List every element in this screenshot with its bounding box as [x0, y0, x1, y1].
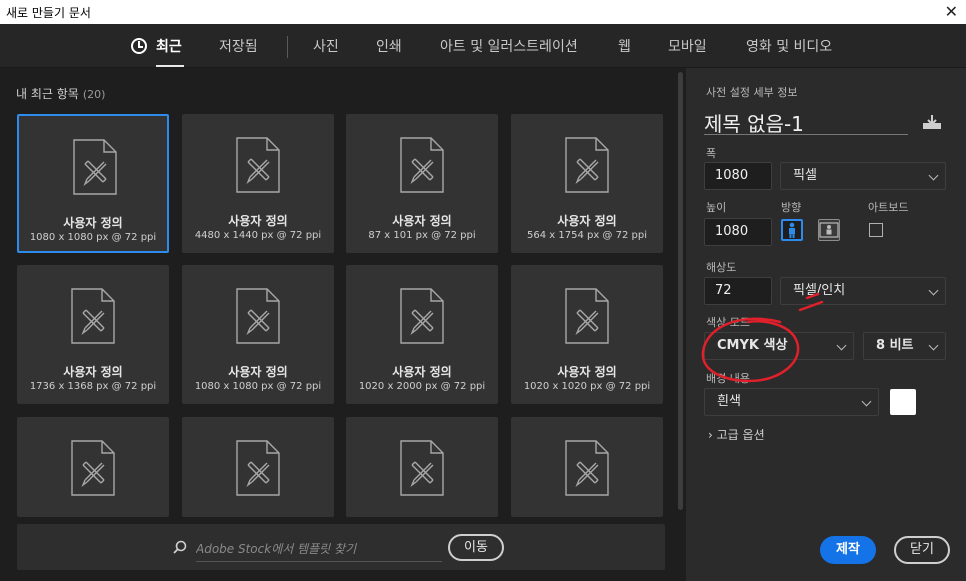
recent-preset-card[interactable]: 사용자 정의 1736 x 1368 px @ 72 ppi [17, 265, 169, 404]
chevron-right-icon: › [708, 428, 713, 442]
preset-size: 4480 x 1440 px @ 72 ppi [194, 230, 322, 241]
save-preset-icon[interactable] [922, 114, 942, 130]
preset-size: 87 x 101 px @ 72 ppi [368, 230, 476, 241]
document-icon [72, 138, 118, 196]
height-input[interactable]: 1080 [704, 218, 772, 246]
document-icon [235, 136, 281, 194]
chevron-down-icon [836, 340, 847, 351]
portrait-icon[interactable] [781, 219, 803, 241]
color-mode-label: 색상 모드 [706, 316, 750, 329]
chevron-down-icon [928, 170, 939, 181]
advanced-options-label: 고급 옵션 [716, 428, 765, 442]
create-button[interactable]: 제작 [820, 536, 876, 564]
background-label: 배경 내용 [706, 372, 750, 385]
chevron-down-icon [861, 396, 872, 407]
preset-size: 1020 x 1020 px @ 72 ppi [523, 381, 651, 392]
recent-preset-card[interactable]: 사용자 정의 1080 x 1080 px @ 72 ppi [17, 114, 169, 253]
resolution-input[interactable]: 72 [704, 277, 772, 305]
document-icon [235, 439, 281, 497]
document-icon [564, 136, 610, 194]
artboard-label: 아트보드 [868, 201, 909, 214]
width-label: 폭 [706, 147, 717, 160]
height-label: 높이 [706, 201, 727, 214]
document-icon [564, 287, 610, 345]
recent-preset-card[interactable] [346, 417, 498, 517]
document-icon [399, 439, 445, 497]
bit-depth-select[interactable]: 8 비트 [863, 332, 946, 360]
color-mode-select[interactable]: CMYK 색상 [704, 332, 854, 360]
bit-depth-value: 8 비트 [876, 338, 914, 353]
recent-preset-card[interactable]: 사용자 정의 1020 x 2000 px @ 72 ppi [346, 265, 498, 404]
search-icon [173, 540, 187, 554]
recent-preset-card[interactable]: 사용자 정의 564 x 1754 px @ 72 ppi [511, 114, 663, 253]
preset-name: 사용자 정의 [228, 214, 288, 228]
recent-preset-card[interactable] [511, 417, 663, 517]
recent-preset-card[interactable] [17, 417, 169, 517]
preset-size: 1080 x 1080 px @ 72 ppi [194, 381, 322, 392]
preset-name: 사용자 정의 [228, 365, 288, 379]
preset-size: 564 x 1754 px @ 72 ppi [527, 230, 647, 241]
chevron-down-icon [928, 340, 939, 351]
landscape-icon[interactable] [818, 219, 840, 241]
stock-search-input[interactable] [196, 537, 442, 562]
chevron-down-icon [928, 285, 939, 296]
document-icon [235, 287, 281, 345]
go-button[interactable]: 이동 [448, 534, 504, 561]
tab-saved[interactable]: 저장됨 [219, 36, 258, 56]
resolution-unit-value: 픽셀/인치 [793, 283, 846, 298]
tab-print[interactable]: 인쇄 [376, 36, 402, 56]
close-icon[interactable]: ✕ [945, 2, 958, 21]
artboard-checkbox[interactable] [869, 223, 883, 237]
background-select[interactable]: 흰색 [704, 388, 879, 416]
document-name-field[interactable]: 제목 없음-1 [704, 108, 908, 136]
tab-photo[interactable]: 사진 [313, 36, 339, 56]
preset-name: 사용자 정의 [63, 216, 123, 230]
document-icon [70, 287, 116, 345]
preset-size: 1080 x 1080 px @ 72 ppi [29, 232, 157, 243]
document-icon [399, 287, 445, 345]
document-icon [70, 439, 116, 497]
close-button[interactable]: 닫기 [894, 536, 950, 564]
recent-heading: 내 최근 항목 (20) [16, 85, 105, 102]
recent-count: (20) [82, 88, 106, 101]
recent-preset-card[interactable]: 사용자 정의 87 x 101 px @ 72 ppi [346, 114, 498, 253]
preset-size: 1736 x 1368 px @ 72 ppi [29, 381, 157, 392]
recent-preset-card[interactable]: 사용자 정의 4480 x 1440 px @ 72 ppi [182, 114, 334, 253]
tab-recent[interactable]: 최근 [156, 36, 182, 56]
tab-art-illustration[interactable]: 아트 및 일러스트레이션 [440, 36, 578, 56]
background-value: 흰색 [717, 394, 741, 409]
window-title: 새로 만들기 문서 [6, 6, 91, 20]
resolution-label: 해상도 [706, 261, 737, 274]
active-tab-underline [156, 65, 184, 67]
tab-web[interactable]: 웹 [618, 36, 631, 56]
resolution-unit-select[interactable]: 픽셀/인치 [780, 277, 946, 305]
document-icon [564, 439, 610, 497]
color-mode-value: CMYK 색상 [717, 338, 788, 353]
background-color-swatch[interactable] [890, 389, 916, 415]
tab-film-video[interactable]: 영화 및 비디오 [746, 36, 832, 56]
preset-size: 1020 x 2000 px @ 72 ppi [358, 381, 486, 392]
clock-icon [131, 38, 147, 54]
preset-name: 사용자 정의 [392, 214, 452, 228]
width-unit-value: 픽셀 [793, 168, 817, 183]
preset-section-label: 사전 설정 세부 정보 [706, 86, 798, 99]
recent-title: 내 최근 항목 [16, 87, 79, 101]
width-input[interactable]: 1080 [704, 162, 772, 190]
recent-preset-card[interactable]: 사용자 정의 1020 x 1020 px @ 72 ppi [511, 265, 663, 404]
preset-name: 사용자 정의 [392, 365, 452, 379]
preset-name: 사용자 정의 [557, 214, 617, 228]
preset-name: 사용자 정의 [63, 365, 123, 379]
tab-divider [287, 36, 288, 58]
recent-preset-card[interactable]: 사용자 정의 1080 x 1080 px @ 72 ppi [182, 265, 334, 404]
tab-mobile[interactable]: 모바일 [668, 36, 707, 56]
advanced-options-toggle[interactable]: › 고급 옵션 [708, 426, 765, 443]
recent-preset-card[interactable] [182, 417, 334, 517]
window-titlebar: 새로 만들기 문서 ✕ [0, 0, 966, 24]
document-icon [399, 136, 445, 194]
width-unit-select[interactable]: 픽셀 [780, 162, 946, 190]
orientation-label: 방향 [781, 201, 802, 214]
recent-scrollbar[interactable] [678, 72, 683, 510]
preset-name: 사용자 정의 [557, 365, 617, 379]
